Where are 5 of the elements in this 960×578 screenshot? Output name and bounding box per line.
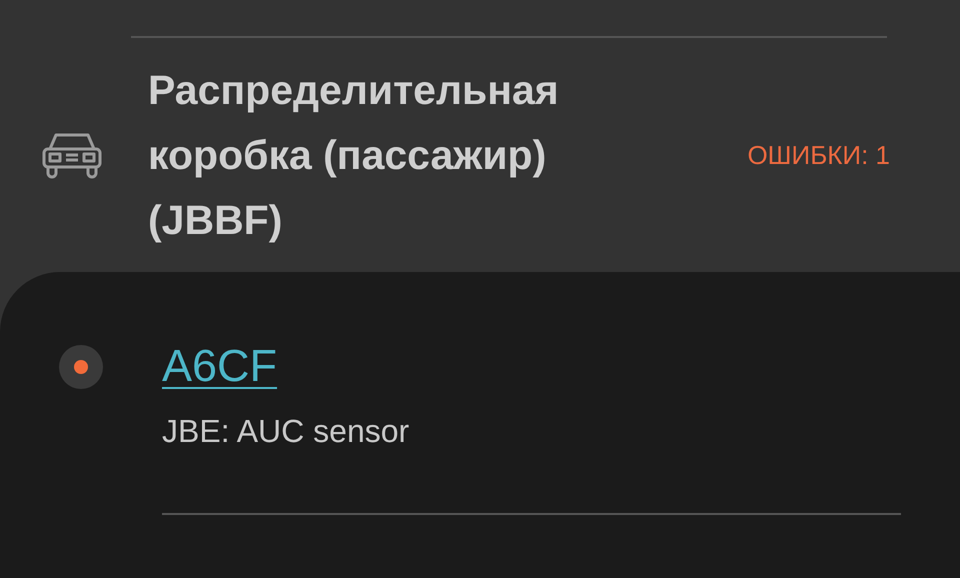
fault-code-link[interactable]: A6CF <box>162 340 278 391</box>
error-count: ОШИБКИ: 1 <box>747 138 890 172</box>
fault-description: JBE: AUC sensor <box>162 412 410 451</box>
module-title: Распределительная коробка (пассажир) (JBBF) <box>148 66 560 244</box>
car-icon <box>42 131 102 179</box>
